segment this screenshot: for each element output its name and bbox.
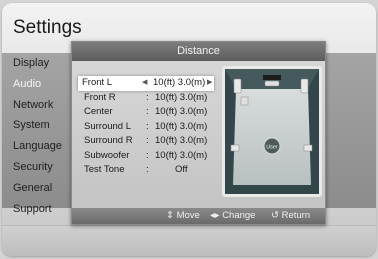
row-separator: : [146, 120, 149, 132]
row-label: Front L [82, 77, 113, 88]
sidebar-item-network[interactable]: Network [2, 95, 72, 116]
return-icon: ↺ [271, 210, 279, 221]
sidebar-item-general[interactable]: General [2, 178, 72, 199]
row-label: Test Tone [84, 164, 125, 175]
surround-right-speaker-icon [303, 144, 313, 152]
sidebar-item-display[interactable]: Display [2, 53, 72, 74]
move-label: Move [176, 210, 200, 221]
row-surround-r[interactable]: Surround R : 10(ft) 3.0(m) [80, 134, 220, 149]
distance-dialog: Distance Front L ◀ 10(ft) 3.0(m) ▶ Front… [71, 41, 326, 225]
row-separator: : [146, 164, 149, 175]
row-separator: : [146, 106, 149, 117]
sidebar-item-security[interactable]: Security [2, 157, 72, 178]
row-front-r[interactable]: Front R : 10(ft) 3.0(m) [80, 91, 220, 106]
row-label: Center [84, 106, 113, 117]
arrow-left-icon[interactable]: ◀ [142, 76, 147, 91]
front-right-speaker-icon [300, 78, 309, 94]
row-value: 10(ft) 3.0(m) [155, 149, 208, 161]
row-value: 10(ft) 3.0(m) [155, 91, 208, 103]
row-label: Surround L [84, 120, 132, 132]
row-label: Subwoofer [84, 149, 130, 161]
row-label: Front R [84, 91, 116, 103]
distance-list: Front L ◀ 10(ft) 3.0(m) ▶ Front R : 10(f… [78, 76, 220, 178]
sidebar-item-audio[interactable]: Audio [2, 74, 72, 95]
row-separator: : [146, 149, 149, 161]
return-hint: ↺ Return [271, 208, 310, 224]
return-label: Return [281, 210, 311, 221]
change-label: Change [222, 210, 256, 221]
row-front-l[interactable]: Front L ◀ 10(ft) 3.0(m) ▶ [78, 76, 214, 91]
front-left-speaker-icon [233, 78, 242, 94]
speaker-layout-diagram: User [222, 66, 322, 197]
surround-left-speaker-icon [230, 144, 240, 152]
row-value: 10(ft) 3.0(m) [153, 77, 206, 88]
dialog-footer: ⇕ Move ◂▸ Change ↺ Return [72, 208, 325, 224]
move-hint: ⇕ Move [166, 208, 200, 224]
row-separator: : [146, 135, 149, 146]
page-title: Settings [13, 17, 82, 38]
change-hint: ◂▸ Change [210, 208, 255, 224]
arrow-right-icon[interactable]: ▶ [207, 76, 212, 91]
row-label: Surround R [84, 135, 133, 146]
row-surround-l[interactable]: Surround L : 10(ft) 3.0(m) [80, 120, 220, 135]
row-separator: : [146, 91, 149, 103]
row-value: 10(ft) 3.0(m) [155, 135, 208, 146]
dialog-title: Distance [72, 42, 325, 61]
listener-label: User [266, 145, 278, 151]
sidebar: Display Audio Network System Language Se… [2, 53, 72, 219]
sidebar-item-support[interactable]: Support [2, 199, 72, 220]
left-right-arrows-icon: ◂▸ [210, 210, 220, 221]
row-test-tone[interactable]: Test Tone : Off [80, 163, 220, 178]
row-value: 10(ft) 3.0(m) [155, 120, 208, 132]
row-subwoofer[interactable]: Subwoofer : 10(ft) 3.0(m) [80, 149, 220, 164]
up-down-arrows-icon: ⇕ [166, 210, 174, 221]
room-diagram: User [225, 69, 319, 194]
row-value: Off [175, 164, 188, 175]
row-center[interactable]: Center : 10(ft) 3.0(m) [80, 105, 220, 120]
sidebar-item-system[interactable]: System [2, 115, 72, 136]
tv-icon [263, 75, 281, 80]
bottom-band [2, 225, 376, 256]
row-value: 10(ft) 3.0(m) [155, 106, 208, 117]
subwoofer-icon [240, 96, 249, 106]
sidebar-item-language[interactable]: Language [2, 136, 72, 157]
center-speaker-icon [264, 80, 280, 87]
